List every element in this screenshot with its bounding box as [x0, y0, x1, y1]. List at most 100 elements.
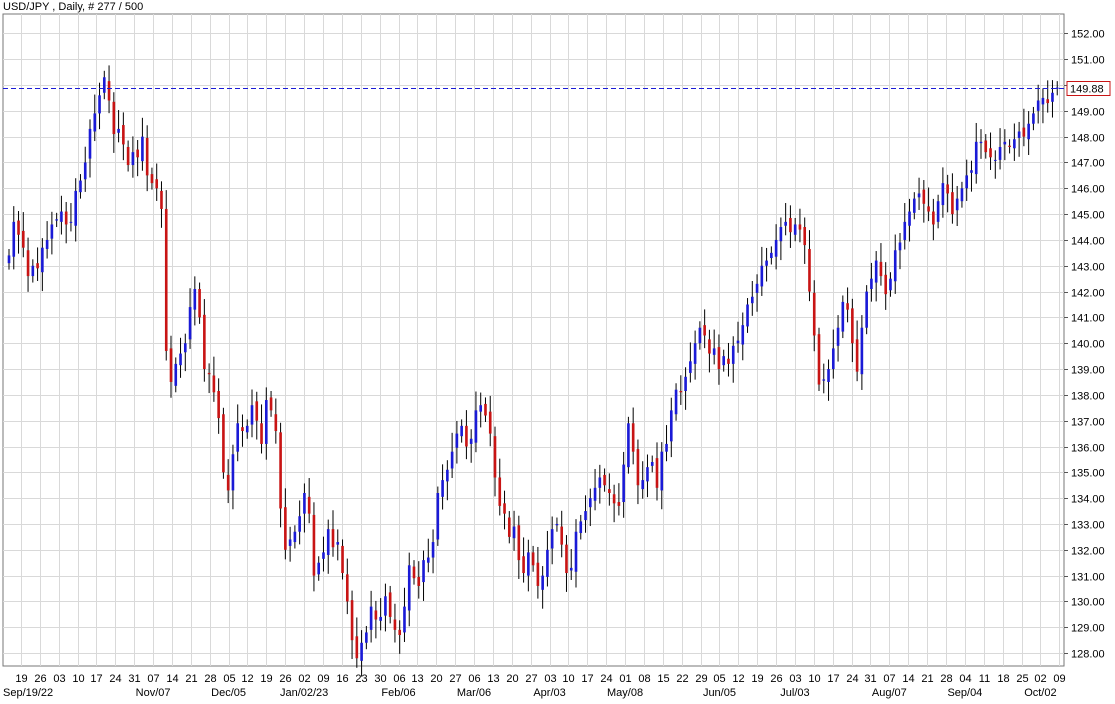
- candle-body: [79, 180, 82, 193]
- candle-body: [431, 542, 435, 558]
- candle-body: [655, 458, 659, 488]
- y-tick-label: 146.00: [1071, 184, 1105, 196]
- candle-body: [812, 292, 816, 336]
- candle-body: [770, 252, 773, 259]
- candle-body: [1017, 131, 1021, 138]
- candle-body: [822, 379, 826, 381]
- candle-body: [846, 303, 849, 310]
- candle-body: [512, 526, 516, 539]
- y-tick-label: 138.00: [1071, 391, 1105, 403]
- x-period-label: Nov/07: [136, 687, 171, 699]
- y-tick-label: 148.00: [1071, 133, 1105, 145]
- x-tick-label: 05: [713, 673, 725, 685]
- candle-body: [593, 487, 597, 501]
- candle-body: [284, 507, 287, 550]
- current-price-label: 149.88: [1070, 84, 1104, 96]
- candle-body: [665, 443, 668, 452]
- candle-body: [498, 477, 502, 506]
- candle-body: [269, 397, 273, 411]
- candle-body: [160, 190, 163, 209]
- candle-body: [122, 125, 125, 145]
- candle-body: [236, 423, 240, 452]
- candle-body: [579, 521, 583, 534]
- x-period-label: Sep/04: [947, 687, 982, 699]
- candle-body: [660, 451, 664, 491]
- candle-body: [17, 220, 20, 235]
- candle-body: [927, 206, 930, 212]
- candle-body: [460, 425, 463, 437]
- candle-body: [488, 411, 492, 434]
- candle-body: [546, 549, 549, 577]
- candle-body: [527, 552, 530, 576]
- candle-body: [169, 348, 173, 382]
- candle-body: [188, 307, 192, 340]
- candle-body: [722, 356, 726, 366]
- x-tick-label: 20: [506, 673, 518, 685]
- candle-body: [217, 390, 220, 419]
- candle-body: [450, 451, 454, 469]
- candle-body: [536, 562, 540, 586]
- candle-body: [179, 353, 182, 366]
- candle-body: [941, 183, 945, 206]
- candle-body: [64, 211, 68, 225]
- candle-body: [617, 502, 621, 506]
- x-tick-label: 30: [374, 673, 386, 685]
- candle-body: [774, 239, 778, 257]
- candle-body: [998, 146, 1002, 160]
- candle-body: [150, 174, 154, 184]
- candle-body: [393, 619, 397, 630]
- x-tick-label: 03: [544, 673, 556, 685]
- candle-body: [574, 531, 578, 572]
- candle-body: [379, 616, 382, 621]
- candle-body: [1032, 113, 1035, 124]
- candle-body: [164, 208, 168, 351]
- candle-body: [93, 113, 97, 132]
- x-tick-label: 13: [487, 673, 499, 685]
- candle-body: [465, 425, 468, 447]
- x-tick-label: 14: [166, 673, 178, 685]
- candle-body: [951, 192, 954, 215]
- candle-body: [288, 539, 292, 546]
- candle-body: [531, 552, 535, 566]
- candle-body: [798, 224, 802, 230]
- candle-body: [612, 494, 616, 504]
- candle-body: [1055, 87, 1059, 89]
- y-tick-label: 145.00: [1071, 210, 1105, 222]
- candle-body: [698, 327, 702, 344]
- candle-body: [326, 529, 330, 555]
- x-tick-label: 13: [411, 673, 423, 685]
- candle-body: [674, 389, 678, 415]
- x-tick-label: 09: [317, 673, 329, 685]
- x-tick-label: 28: [940, 673, 952, 685]
- candle-body: [903, 221, 907, 240]
- candle-body: [646, 467, 649, 482]
- y-tick-label: 128.00: [1071, 649, 1105, 661]
- x-tick-label: 19: [751, 673, 763, 685]
- x-tick-label: 17: [581, 673, 593, 685]
- x-tick-label: 14: [902, 673, 914, 685]
- candle-body: [669, 410, 673, 442]
- candle-body: [636, 449, 640, 486]
- candle-body: [255, 401, 259, 421]
- candle-body: [1013, 139, 1016, 149]
- candle-body: [322, 552, 325, 559]
- y-tick-label: 130.00: [1071, 597, 1105, 609]
- candle-body: [303, 492, 306, 514]
- x-period-label: Jan/02/23: [280, 687, 328, 699]
- candle-body: [407, 565, 411, 611]
- candle-body: [507, 517, 511, 537]
- candle-body: [765, 260, 768, 266]
- candle-body: [36, 263, 39, 269]
- candle-body: [836, 327, 840, 346]
- candle-body: [746, 304, 749, 327]
- candle-body: [584, 511, 587, 521]
- y-tick-label: 143.00: [1071, 262, 1105, 274]
- candle-body: [708, 339, 711, 354]
- candle-body: [522, 556, 525, 574]
- candle-body: [222, 414, 225, 473]
- candle-body: [760, 265, 764, 287]
- candle-body: [684, 376, 687, 391]
- candle-body: [245, 425, 249, 433]
- candle-body: [1027, 123, 1030, 140]
- candle-body: [970, 170, 973, 173]
